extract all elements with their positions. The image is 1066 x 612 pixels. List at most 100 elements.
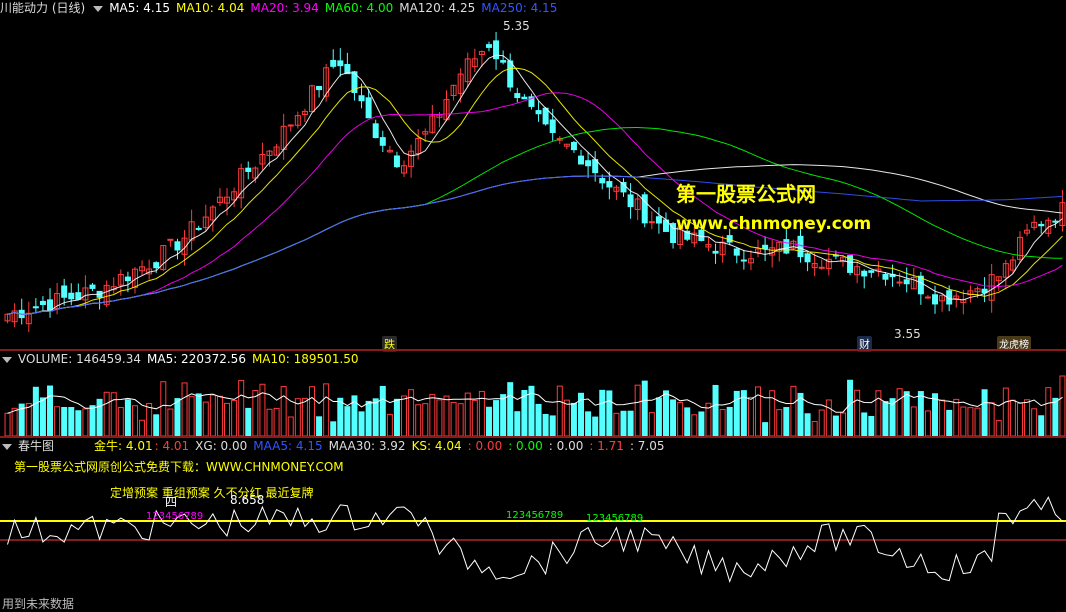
volume-bar: [1059, 375, 1066, 437]
volume-bar: [379, 385, 386, 437]
volume-bar: [556, 385, 563, 437]
volume-bar: [238, 379, 245, 437]
volume-bar: [96, 398, 103, 437]
volume-bar: [330, 421, 337, 437]
volume-ma5-label: MA5: 220372.56: [147, 352, 246, 366]
volume-bar: [868, 415, 875, 437]
volume-chart[interactable]: [0, 367, 1066, 437]
volume-bar: [967, 407, 974, 437]
volume-bar: [549, 415, 556, 437]
candle-body: [393, 155, 400, 168]
volume-bar: [259, 383, 266, 437]
volume-bar: [344, 406, 351, 437]
volume-bar: [981, 389, 988, 437]
volume-bar: [308, 386, 315, 437]
dropdown-icon[interactable]: [2, 356, 12, 363]
candle-body: [570, 141, 577, 151]
candle-body: [337, 60, 344, 67]
volume-bar: [415, 404, 422, 437]
low-price-label: 3.55: [894, 327, 921, 341]
candle-body: [358, 95, 365, 102]
volume-bar: [443, 395, 450, 437]
volume-bar: [181, 382, 188, 437]
volume-bar: [613, 412, 620, 437]
volume-bar: [627, 410, 634, 437]
ma120-label: MA120: 4.25: [399, 1, 476, 15]
volume-bar: [953, 398, 960, 437]
dropdown-icon[interactable]: [93, 5, 104, 12]
volume-bar: [436, 399, 443, 437]
candle-body: [167, 238, 174, 241]
volume-bar: [712, 384, 719, 437]
volume-bar: [160, 381, 167, 437]
label-si: 四: [165, 495, 178, 509]
volume-bar: [139, 419, 146, 437]
volume-bar: [939, 399, 946, 437]
volume-bar: [797, 392, 804, 437]
volume-bar: [620, 410, 627, 437]
volume-bar: [103, 391, 110, 437]
candle-body: [124, 276, 131, 282]
volume-bar: [507, 382, 514, 437]
candle-body: [1052, 220, 1059, 223]
candle-body: [903, 279, 910, 285]
candle-body: [549, 119, 556, 133]
volume-bar: [854, 389, 861, 437]
candle-body: [485, 44, 492, 48]
v1-label: : 0.00: [467, 439, 503, 453]
volume-bar: [1045, 387, 1052, 437]
ma250-label: MA250: 4.15: [481, 1, 558, 15]
volume-bar: [316, 416, 323, 437]
volume-bar: [429, 393, 436, 437]
candle-body: [153, 262, 160, 269]
volume-bar: [231, 399, 238, 437]
volume-bar: [54, 406, 61, 437]
candle-body: [599, 178, 606, 184]
volume-bar: [337, 397, 344, 437]
candle-body: [712, 250, 719, 254]
volume-bar: [634, 384, 641, 437]
volume-bar: [372, 398, 379, 437]
volume-bar: [655, 397, 662, 437]
volume-bar: [960, 406, 967, 437]
v4-label: : 1.71: [589, 439, 624, 453]
volume-bar: [811, 421, 818, 437]
volume-bar: [266, 408, 273, 437]
candle-body: [783, 239, 790, 254]
volume-bar: [670, 399, 677, 437]
candle-body: [32, 306, 39, 309]
volume-bar: [677, 402, 684, 437]
volume-bar: [39, 397, 46, 437]
candle-body: [379, 137, 386, 146]
volume-bar: [365, 400, 372, 437]
candle-body: [655, 216, 662, 224]
volume-bar: [825, 399, 832, 437]
volume-bar: [358, 411, 365, 437]
ma120-line: [7, 164, 1063, 315]
price-chart[interactable]: [0, 14, 1066, 350]
volume-bar: [839, 412, 846, 437]
candle-body: [245, 167, 252, 172]
volume-bar: [783, 407, 790, 437]
sequence-3: 123456789: [586, 513, 644, 524]
volume-bar: [1031, 408, 1038, 437]
volume-bar: [917, 391, 924, 437]
candle-body: [61, 285, 68, 298]
dropdown-icon[interactable]: [2, 443, 12, 450]
candle-body: [740, 259, 747, 262]
volume-bar: [747, 396, 754, 437]
candle-body: [804, 253, 811, 263]
candle-body: [39, 300, 46, 305]
volume-bar: [818, 409, 825, 437]
volume-bar: [1038, 415, 1045, 437]
volume-bar: [903, 391, 910, 437]
volume-bar: [606, 390, 613, 437]
indicator-chart[interactable]: [0, 452, 1066, 612]
stock-chart-window: { "header": { "title": "川能动力 (日线)", "ma5…: [0, 0, 1066, 612]
volume-bar: [974, 407, 981, 437]
volume-bar: [146, 402, 153, 437]
volume-bar: [273, 407, 280, 437]
candle-body: [535, 110, 542, 115]
volume-bar: [61, 406, 68, 437]
volume-bar: [570, 402, 577, 437]
